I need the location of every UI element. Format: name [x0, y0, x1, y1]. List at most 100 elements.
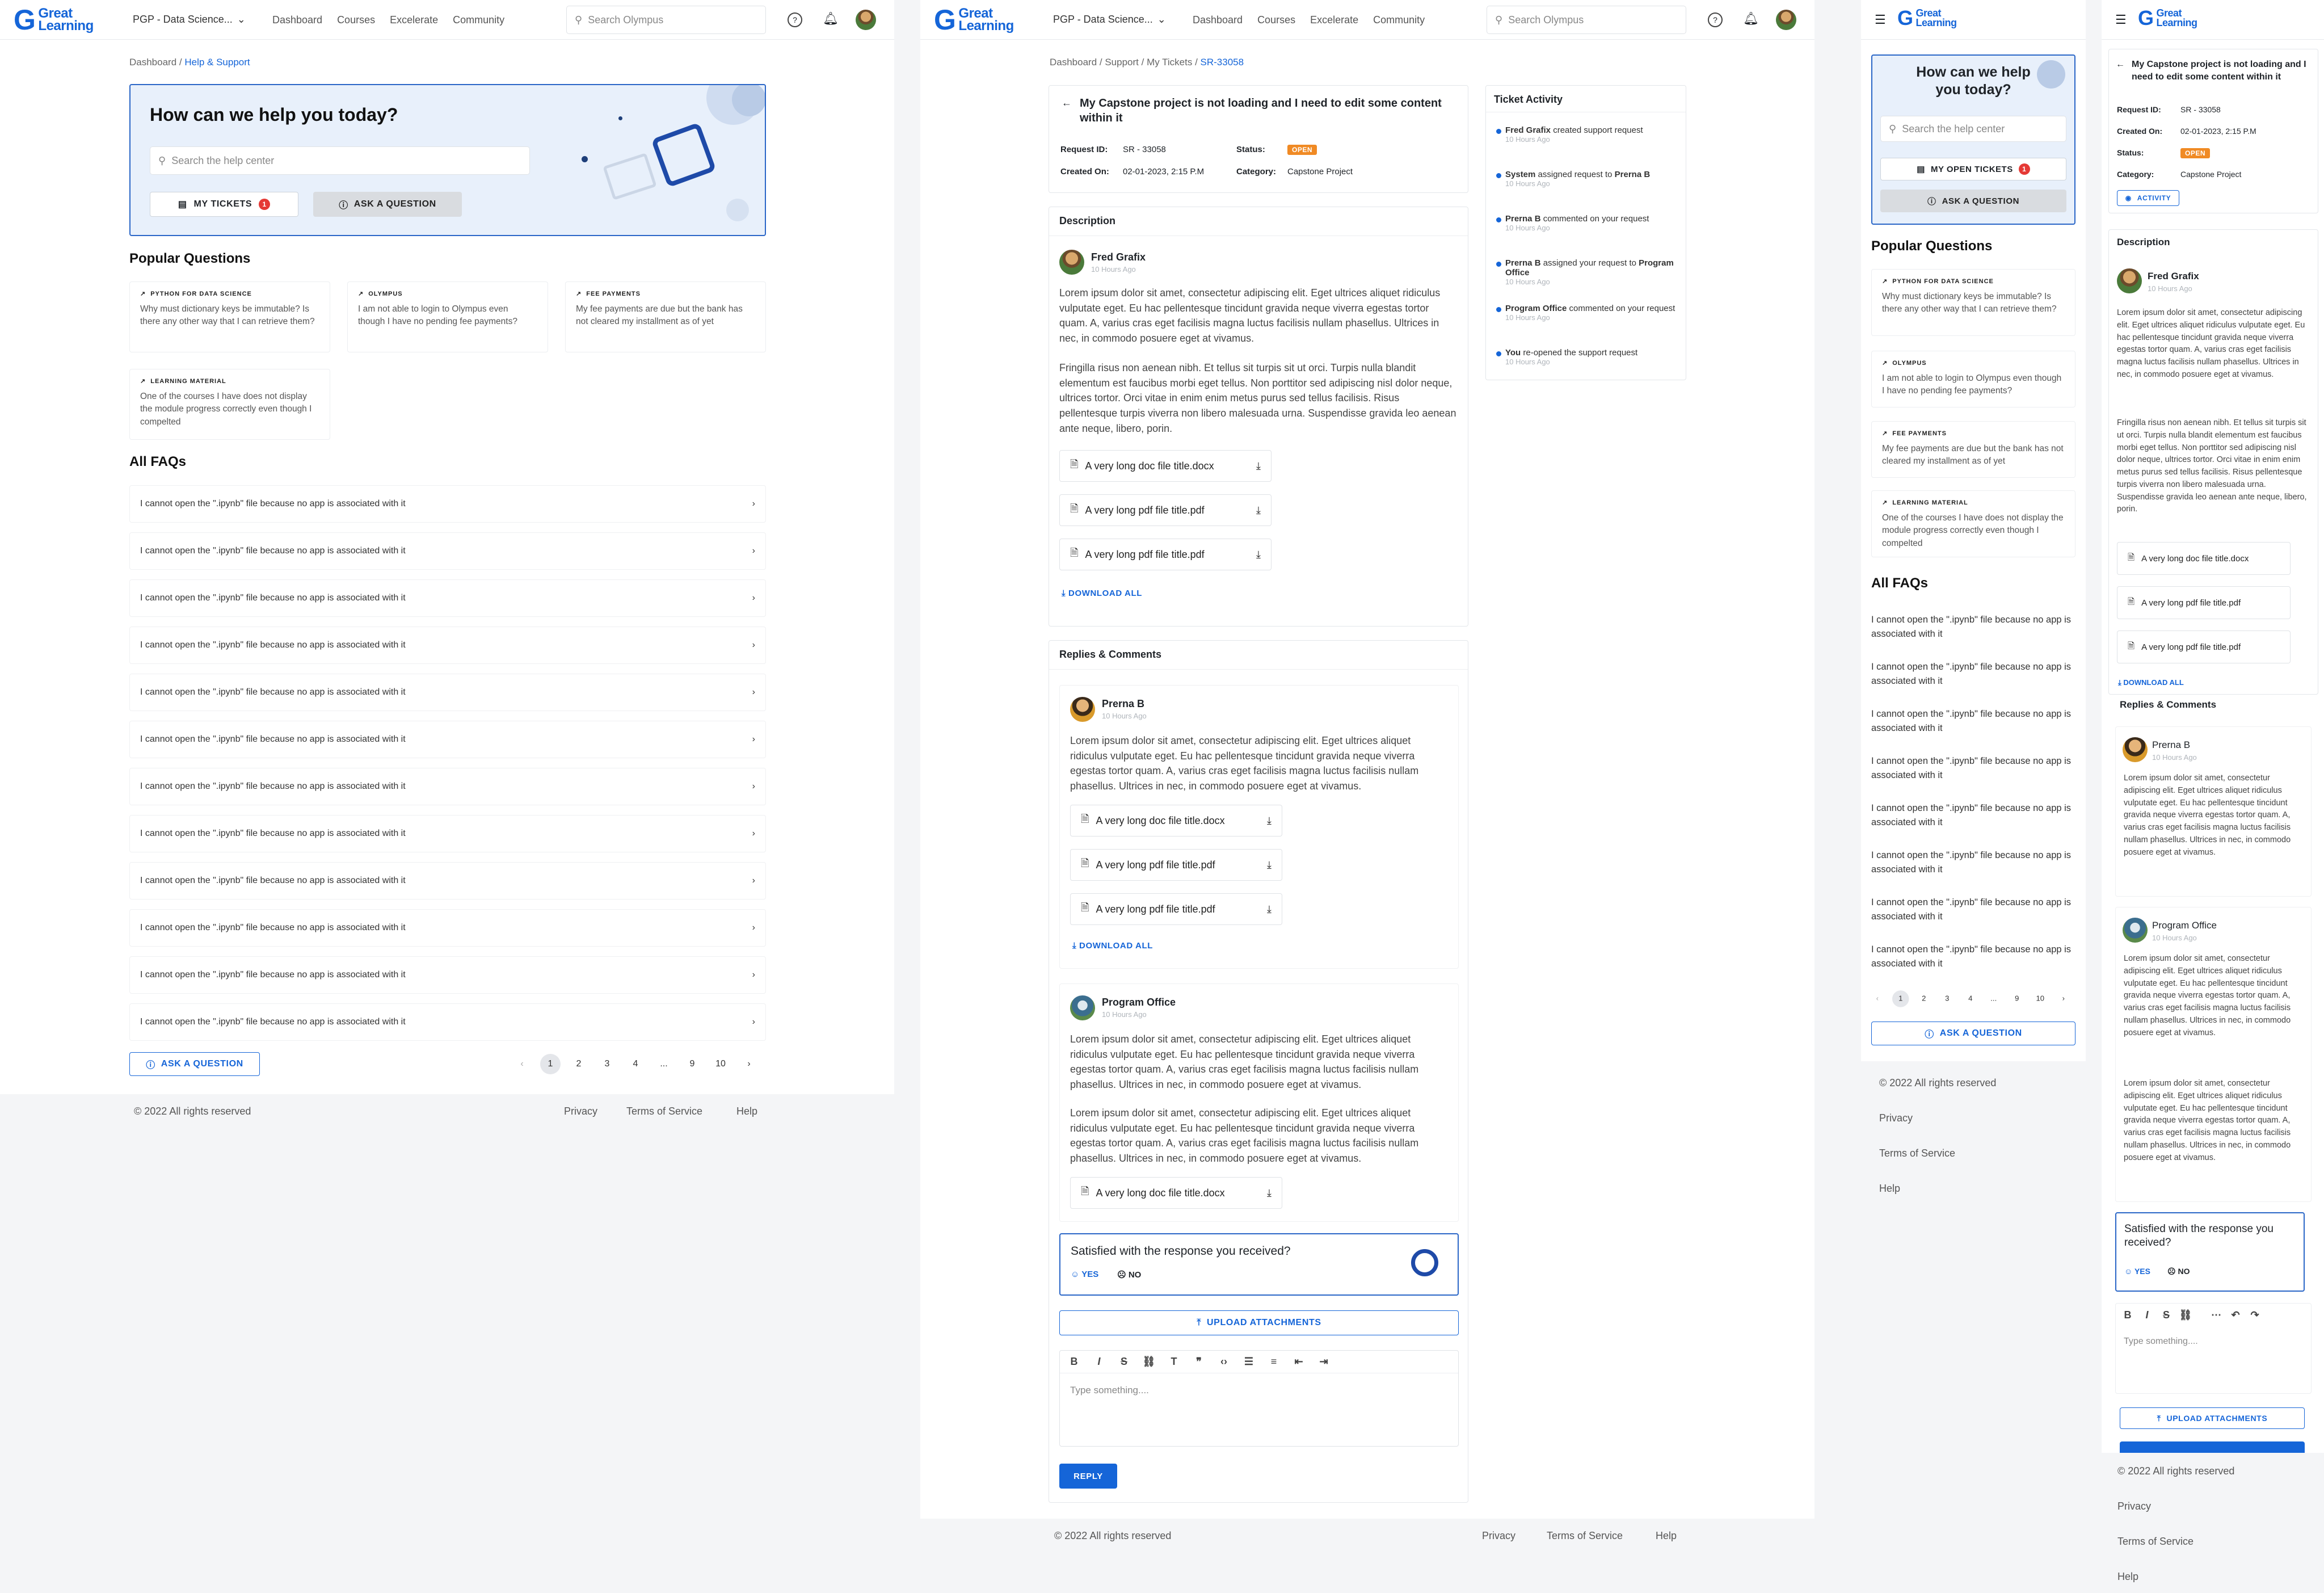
faq-item[interactable]: I cannot open the ".ipynb" file because …	[129, 485, 766, 523]
global-search[interactable]: ⚲ Search Olympus	[1487, 6, 1686, 34]
reply-button[interactable]	[2120, 1441, 2305, 1453]
crumb-dashboard[interactable]: Dashboard	[1050, 57, 1097, 68]
bold-icon[interactable]: B	[2119, 1309, 2136, 1321]
download-icon[interactable]: ⤓	[1267, 815, 1272, 827]
logo[interactable]: G Great Learning	[1897, 8, 1957, 28]
back-arrow-icon[interactable]: ←	[1062, 97, 1072, 109]
ask-question-button[interactable]: ⓘ ASK A QUESTION	[313, 192, 462, 217]
attachment-file[interactable]: 🗎︎ A very long pdf file title.pdf ⤓	[1059, 494, 1272, 526]
user-avatar[interactable]	[1776, 10, 1796, 30]
footer-terms[interactable]: Terms of Service	[1547, 1530, 1623, 1542]
ask-question-button-bottom[interactable]: ⓘ ASK A QUESTION	[1871, 1022, 2075, 1045]
faq-item[interactable]: I cannot open the ".ipynb" file because …	[129, 909, 766, 947]
attachment-file[interactable]: 🗎︎ A very long pdf file title.pdf	[2117, 631, 2291, 663]
page-10[interactable]: 10	[2032, 990, 2049, 1007]
help-search-input[interactable]: ⚲ Search the help center	[150, 146, 530, 175]
popular-question-card[interactable]: ↗ PYTHON FOR DATA SCIENCE Why must diction…	[1871, 269, 2075, 336]
italic-icon[interactable]: I	[2138, 1309, 2155, 1321]
nav-dashboard[interactable]: Dashboard	[272, 14, 322, 26]
bell-icon[interactable]: 🔔︎	[1743, 11, 1759, 26]
my-open-tickets-button[interactable]: ▤ MY OPEN TICKETS 1	[1880, 158, 2066, 180]
my-tickets-button[interactable]: ▤ MY TICKETS 1	[150, 192, 298, 217]
faq-item[interactable]: I cannot open the ".ipynb" file because …	[129, 674, 766, 711]
popular-question-card[interactable]: ↗ OLYMPUS I am not able to login to Olympu…	[347, 281, 548, 352]
attachment-file[interactable]: 🗎︎ A very long doc file title.docx ⤓	[1059, 450, 1272, 482]
download-icon[interactable]: ⤓	[1256, 505, 1261, 516]
attachment-file[interactable]: 🗎︎ A very long pdf file title.pdf	[2117, 586, 2291, 619]
more-icon[interactable]: ⋯	[2208, 1309, 2225, 1321]
bold-icon[interactable]: B	[1066, 1356, 1083, 1368]
nav-courses[interactable]: Courses	[1257, 14, 1295, 26]
footer-terms[interactable]: Terms of Service	[1879, 1148, 1955, 1159]
reply-button[interactable]: REPLY	[1059, 1464, 1117, 1489]
faq-item[interactable]: I cannot open the ".ipynb" file because …	[129, 768, 766, 805]
attachment-file[interactable]: 🗎︎ A very long pdf file title.pdf ⤓	[1059, 539, 1272, 570]
download-icon[interactable]: ⤓	[1267, 1187, 1272, 1199]
satisfied-yes[interactable]: ☺ YES	[1071, 1270, 1098, 1279]
attachment-file[interactable]: 🗎︎ A very long doc file title.docx ⤓	[1070, 805, 1282, 837]
download-all-button[interactable]: ⤓ DOWNLOAD ALL	[2118, 678, 2184, 687]
download-icon[interactable]: ⤓	[1267, 859, 1272, 871]
page-1[interactable]: 1	[1892, 990, 1909, 1007]
help-search-input[interactable]: ⚲ Search the help center	[1880, 116, 2066, 142]
bell-icon[interactable]: 🔔︎	[823, 11, 839, 26]
crumb-ticket-id[interactable]: SR-33058	[1201, 57, 1244, 68]
crumb-dashboard[interactable]: Dashboard	[129, 57, 176, 68]
back-arrow-icon[interactable]: ←	[2116, 60, 2125, 70]
program-selector[interactable]: PGP - Data Science... ⌄	[133, 14, 246, 26]
footer-terms[interactable]: Terms of Service	[626, 1106, 702, 1117]
faq-item[interactable]: I cannot open the ".ipynb" file because …	[129, 579, 766, 617]
bullet-list-icon[interactable]: ☰	[1240, 1356, 1257, 1368]
faq-item[interactable]: I cannot open the ".ipynb" file because …	[129, 862, 766, 900]
link-icon[interactable]: ⛓	[2177, 1309, 2194, 1321]
nav-courses[interactable]: Courses	[337, 14, 375, 26]
redo-icon[interactable]: ↷	[2246, 1309, 2263, 1321]
global-search[interactable]: ⚲ Search Olympus	[566, 6, 766, 34]
indent-icon[interactable]: ⇥	[1315, 1356, 1332, 1368]
logo[interactable]: G Great Learning	[14, 6, 94, 34]
page-4[interactable]: 4	[625, 1054, 646, 1074]
faq-item[interactable]: I cannot open the ".ipynb" file because …	[1871, 848, 2075, 877]
faq-item[interactable]: I cannot open the ".ipynb" file because …	[129, 721, 766, 758]
footer-privacy[interactable]: Privacy	[1482, 1530, 1515, 1542]
download-icon[interactable]: ⤓	[1267, 903, 1272, 915]
page-2[interactable]: 2	[1915, 990, 1933, 1007]
ask-question-button[interactable]: ⓘ ASK A QUESTION	[1880, 190, 2066, 212]
download-icon[interactable]: ⤓	[1256, 460, 1261, 472]
attachment-file[interactable]: 🗎︎ A very long doc file title.docx ⤓	[1070, 1177, 1282, 1209]
numbered-list-icon[interactable]: ≡	[1265, 1356, 1282, 1368]
page-4[interactable]: 4	[1962, 990, 1979, 1007]
faq-item[interactable]: I cannot open the ".ipynb" file because …	[129, 956, 766, 994]
crumb-help[interactable]: Help & Support	[184, 57, 250, 68]
page-9[interactable]: 9	[682, 1054, 702, 1074]
page-3[interactable]: 3	[597, 1054, 617, 1074]
download-all-button[interactable]: ⤓ DOWNLOAD ALL	[1072, 941, 1153, 951]
page-2[interactable]: 2	[569, 1054, 589, 1074]
next-page-icon[interactable]: ›	[739, 1054, 759, 1074]
faq-item[interactable]: I cannot open the ".ipynb" file because …	[129, 627, 766, 664]
page-3[interactable]: 3	[1939, 990, 1956, 1007]
footer-help[interactable]: Help	[736, 1106, 757, 1117]
nav-excelerate[interactable]: Excelerate	[1310, 14, 1358, 26]
popular-question-card[interactable]: ↗ OLYMPUS I am not able to login to Olympu…	[1871, 351, 2075, 407]
page-10[interactable]: 10	[710, 1054, 731, 1074]
nav-dashboard[interactable]: Dashboard	[1193, 14, 1243, 26]
outdent-icon[interactable]: ⇤	[1290, 1356, 1307, 1368]
page-1[interactable]: 1	[540, 1054, 561, 1074]
nav-community[interactable]: Community	[453, 14, 504, 26]
prev-page-icon[interactable]: ‹	[512, 1054, 532, 1074]
quote-icon[interactable]: ❞	[1190, 1356, 1207, 1368]
strikethrough-icon[interactable]: S	[1115, 1356, 1132, 1368]
attachment-file[interactable]: 🗎︎ A very long doc file title.docx	[2117, 542, 2291, 575]
attachment-file[interactable]: 🗎︎ A very long pdf file title.pdf ⤓	[1070, 849, 1282, 881]
menu-icon[interactable]: ☰	[2115, 12, 2127, 27]
faq-item[interactable]: I cannot open the ".ipynb" file because …	[1871, 660, 2075, 688]
faq-item[interactable]: I cannot open the ".ipynb" file because …	[1871, 801, 2075, 830]
logo[interactable]: G Great Learning	[2138, 8, 2197, 28]
help-icon[interactable]: ?	[788, 12, 802, 27]
ask-question-button-bottom[interactable]: ⓘ ASK A QUESTION	[129, 1052, 260, 1076]
crumb-my-tickets[interactable]: My Tickets	[1147, 57, 1192, 68]
download-icon[interactable]: ⤓	[1256, 549, 1261, 561]
faq-item[interactable]: I cannot open the ".ipynb" file because …	[1871, 754, 2075, 783]
italic-icon[interactable]: I	[1091, 1356, 1108, 1368]
